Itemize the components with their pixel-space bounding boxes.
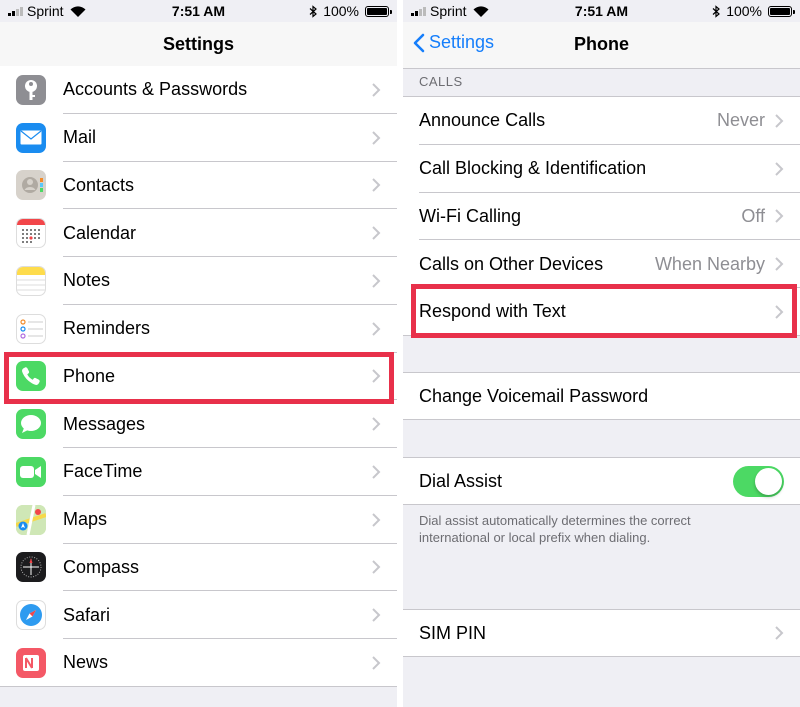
dial-assist-list: Dial Assist bbox=[403, 457, 800, 505]
calls-other-devices-row[interactable]: Calls on Other Devices When Nearby bbox=[403, 240, 800, 288]
battery-percent: 100% bbox=[323, 3, 359, 19]
battery-icon bbox=[365, 5, 392, 17]
chevron-right-icon bbox=[372, 465, 381, 479]
messages-icon bbox=[16, 409, 46, 440]
compass-icon bbox=[16, 552, 46, 583]
chevron-right-icon bbox=[372, 130, 381, 145]
settings-item-label: Accounts & Passwords bbox=[63, 79, 248, 100]
settings-item-calendar[interactable]: Calendar bbox=[0, 209, 397, 257]
chevron-right-icon bbox=[372, 274, 381, 288]
page-title: Settings bbox=[162, 34, 234, 54]
battery-percent: 100% bbox=[726, 3, 762, 19]
row-value: Never bbox=[716, 110, 765, 131]
settings-item-accounts-passwords[interactable]: Accounts & Passwords bbox=[0, 66, 397, 114]
row-value: When Nearby bbox=[654, 253, 765, 274]
bluetooth-icon bbox=[712, 4, 721, 18]
call-blocking-row[interactable]: Call Blocking & Identification bbox=[403, 145, 800, 193]
settings-item-news[interactable]: News bbox=[0, 639, 397, 687]
phone-settings-screen: Sprint 7:51 AM 100% Settings Phone CALLS… bbox=[403, 0, 800, 707]
status-bar: Sprint 7:51 AM 100% bbox=[403, 0, 800, 22]
safari-icon bbox=[16, 600, 46, 631]
section-header-calls: CALLS bbox=[419, 74, 463, 89]
nav-bar: Settings bbox=[0, 22, 397, 69]
row-label: Announce Calls bbox=[419, 110, 546, 131]
settings-item-reminders[interactable]: Reminders bbox=[0, 305, 397, 353]
announce-calls-row[interactable]: Announce Calls Never bbox=[403, 97, 800, 145]
nav-bar: Settings Phone bbox=[403, 22, 800, 69]
settings-item-label: Maps bbox=[63, 509, 108, 530]
row-label: Wi-Fi Calling bbox=[419, 205, 522, 226]
settings-item-compass[interactable]: Compass bbox=[0, 544, 397, 592]
chevron-right-icon bbox=[775, 114, 784, 128]
respond-with-text-highlight-box bbox=[411, 284, 797, 338]
notes-icon bbox=[16, 265, 46, 296]
dial-assist-toggle[interactable] bbox=[733, 465, 784, 497]
sim-pin-list: SIM PIN bbox=[403, 609, 800, 657]
chevron-right-icon bbox=[372, 178, 381, 193]
toggle-knob bbox=[755, 467, 782, 495]
settings-item-label: Calendar bbox=[63, 222, 137, 243]
settings-item-safari[interactable]: Safari bbox=[0, 591, 397, 639]
settings-item-label: Safari bbox=[63, 604, 111, 625]
chevron-right-icon bbox=[775, 257, 784, 271]
row-value: Off bbox=[741, 205, 765, 226]
news-icon bbox=[16, 647, 46, 678]
chevron-right-icon bbox=[372, 656, 381, 670]
chevron-right-icon bbox=[372, 226, 381, 240]
wifi-calling-row[interactable]: Wi-Fi Calling Off bbox=[403, 193, 800, 241]
settings-item-messages[interactable]: Messages bbox=[0, 400, 397, 448]
settings-item-label: Contacts bbox=[63, 174, 135, 195]
dial-assist-row: Dial Assist bbox=[403, 458, 800, 504]
settings-item-label: Notes bbox=[63, 270, 111, 291]
settings-item-maps[interactable]: Maps bbox=[0, 496, 397, 544]
change-voicemail-password-row[interactable]: Change Voicemail Password bbox=[403, 373, 800, 419]
reminders-icon bbox=[16, 313, 46, 344]
chevron-right-icon bbox=[372, 608, 381, 622]
settings-item-label: News bbox=[63, 652, 109, 673]
phone-highlight-box bbox=[4, 352, 394, 404]
row-label: Calls on Other Devices bbox=[419, 253, 604, 274]
settings-item-label: Compass bbox=[63, 556, 140, 577]
chevron-right-icon bbox=[372, 512, 381, 527]
chevron-right-icon bbox=[372, 417, 381, 431]
settings-item-contacts[interactable]: Contacts bbox=[0, 162, 397, 210]
contacts-icon bbox=[16, 170, 46, 201]
chevron-right-icon bbox=[775, 209, 784, 224]
sim-pin-label: SIM PIN bbox=[419, 622, 487, 643]
facetime-icon bbox=[16, 456, 46, 487]
change-voicemail-password-link[interactable]: Change Voicemail Password bbox=[419, 386, 800, 407]
sim-pin-row[interactable]: SIM PIN bbox=[403, 610, 800, 656]
battery-icon bbox=[768, 5, 795, 17]
dial-assist-label: Dial Assist bbox=[419, 470, 503, 491]
key-icon bbox=[16, 74, 46, 105]
settings-item-label: FaceTime bbox=[63, 461, 143, 482]
settings-item-mail[interactable]: Mail bbox=[0, 114, 397, 162]
footnote-line: Dial assist automatically determines the… bbox=[419, 513, 691, 528]
chevron-right-icon bbox=[775, 161, 784, 176]
chevron-right-icon bbox=[372, 321, 381, 336]
settings-item-facetime[interactable]: FaceTime bbox=[0, 448, 397, 496]
footnote-line: international or local prefix when diali… bbox=[419, 530, 651, 545]
settings-item-label: Messages bbox=[63, 413, 146, 434]
maps-icon bbox=[16, 504, 46, 535]
page-title: Phone bbox=[573, 34, 629, 54]
mail-icon bbox=[16, 122, 46, 153]
settings-item-label: Mail bbox=[63, 127, 97, 148]
bluetooth-icon bbox=[309, 4, 318, 18]
settings-item-notes[interactable]: Notes bbox=[0, 257, 397, 305]
calendar-icon bbox=[16, 218, 46, 249]
chevron-right-icon bbox=[372, 83, 381, 97]
dial-assist-footnote: Dial assist automatically determines the… bbox=[419, 512, 770, 546]
settings-screen: Sprint 7:51 AM 100% Settings Accounts & … bbox=[0, 0, 397, 707]
chevron-right-icon bbox=[775, 626, 784, 640]
chevron-right-icon bbox=[372, 560, 381, 575]
voicemail-list: Change Voicemail Password bbox=[403, 372, 800, 420]
row-label: Call Blocking & Identification bbox=[419, 158, 647, 179]
settings-item-label: Reminders bbox=[63, 318, 151, 339]
status-bar: Sprint 7:51 AM 100% bbox=[0, 0, 397, 22]
